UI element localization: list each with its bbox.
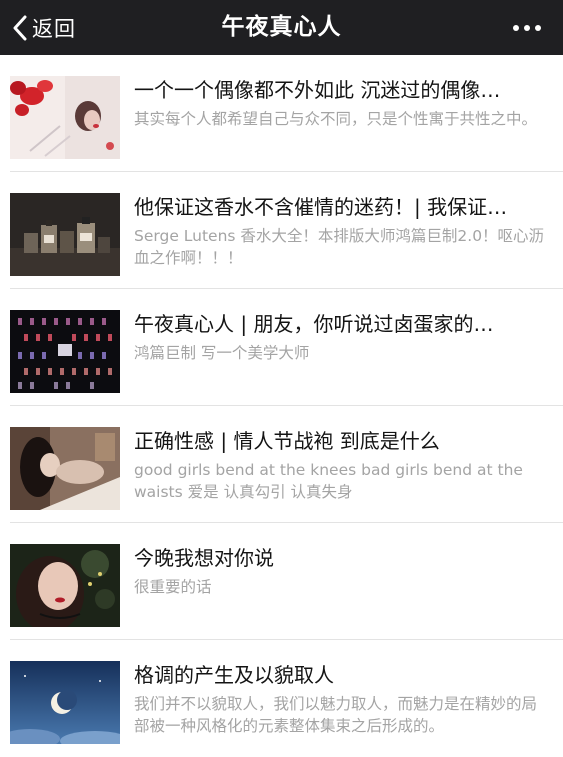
nav-bar: 返回 午夜真心人 [0, 0, 563, 55]
article-item[interactable]: 一个一个偶像都不外如此 沉迷过的偶像… 其实每个人都希望自己与众不同，只是个性寓… [0, 55, 563, 172]
article-thumbnail-bottle-grid [10, 310, 120, 393]
article-item[interactable]: 午夜真心人 | 朋友，你听说过卤蛋家的… 鸿篇巨制 写一个美学大师 [0, 289, 563, 406]
article-text: 正确性感 | 情人节战袍 到底是什么 good girls bend at th… [134, 426, 549, 503]
article-text: 一个一个偶像都不外如此 沉迷过的偶像… 其实每个人都希望自己与众不同，只是个性寓… [134, 75, 549, 130]
article-thumbnail-roses-portrait [10, 76, 120, 159]
article-description: 鸿篇巨制 写一个美学大师 [134, 344, 310, 362]
article-title: 他保证这香水不含催情的迷药！| 我保证… [134, 195, 508, 219]
article-title: 格调的产生及以貌取人 [134, 663, 334, 687]
article-text: 他保证这香水不含催情的迷药！| 我保证… Serge Lutens 香水大全！本… [134, 192, 549, 269]
article-text: 午夜真心人 | 朋友，你听说过卤蛋家的… 鸿篇巨制 写一个美学大师 [134, 309, 549, 364]
article-description: 我们并不以貌取人，我们以魅力取人，而魅力是在精妙的局部被一种风格化的元素整体集束… [134, 695, 538, 735]
article-thumbnail-perfume-bottles [10, 193, 120, 276]
article-description: Serge Lutens 香水大全！本排版大师鸿篇巨制2.0！呕心沥血之作啊！！… [134, 227, 545, 267]
article-thumbnail-woman-portrait [10, 544, 120, 627]
article-description: 很重要的话 [134, 578, 212, 596]
article-thumbnail-moon-night [10, 661, 120, 744]
article-item[interactable]: 今晚我想对你说 很重要的话 [0, 523, 563, 640]
more-dot-icon [524, 24, 530, 31]
article-title: 午夜真心人 | 朋友，你听说过卤蛋家的… [134, 312, 494, 336]
article-item[interactable]: 格调的产生及以貌取人 我们并不以貌取人，我们以魅力取人，而魅力是在精妙的局部被一… [0, 640, 563, 757]
article-title: 今晚我想对你说 [134, 546, 274, 570]
more-dot-icon [535, 24, 541, 31]
article-description: good girls bend at the knees bad girls b… [134, 461, 523, 501]
more-dot-icon [513, 24, 519, 31]
article-item[interactable]: 他保证这香水不含催情的迷药！| 我保证… Serge Lutens 香水大全！本… [0, 172, 563, 289]
article-title: 正确性感 | 情人节战袍 到底是什么 [134, 429, 440, 453]
article-thumbnail-woman-on-bed [10, 427, 120, 510]
article-description: 其实每个人都希望自己与众不同，只是个性寓于共性之中。 [134, 110, 538, 128]
article-item[interactable]: 正确性感 | 情人节战袍 到底是什么 good girls bend at th… [0, 406, 563, 523]
article-text: 格调的产生及以貌取人 我们并不以貌取人，我们以魅力取人，而魅力是在精妙的局部被一… [134, 660, 549, 737]
article-title: 一个一个偶像都不外如此 沉迷过的偶像… [134, 78, 501, 102]
page-title: 午夜真心人 [221, 14, 342, 40]
more-options-button[interactable] [513, 0, 541, 55]
article-text: 今晚我想对你说 很重要的话 [134, 543, 549, 598]
